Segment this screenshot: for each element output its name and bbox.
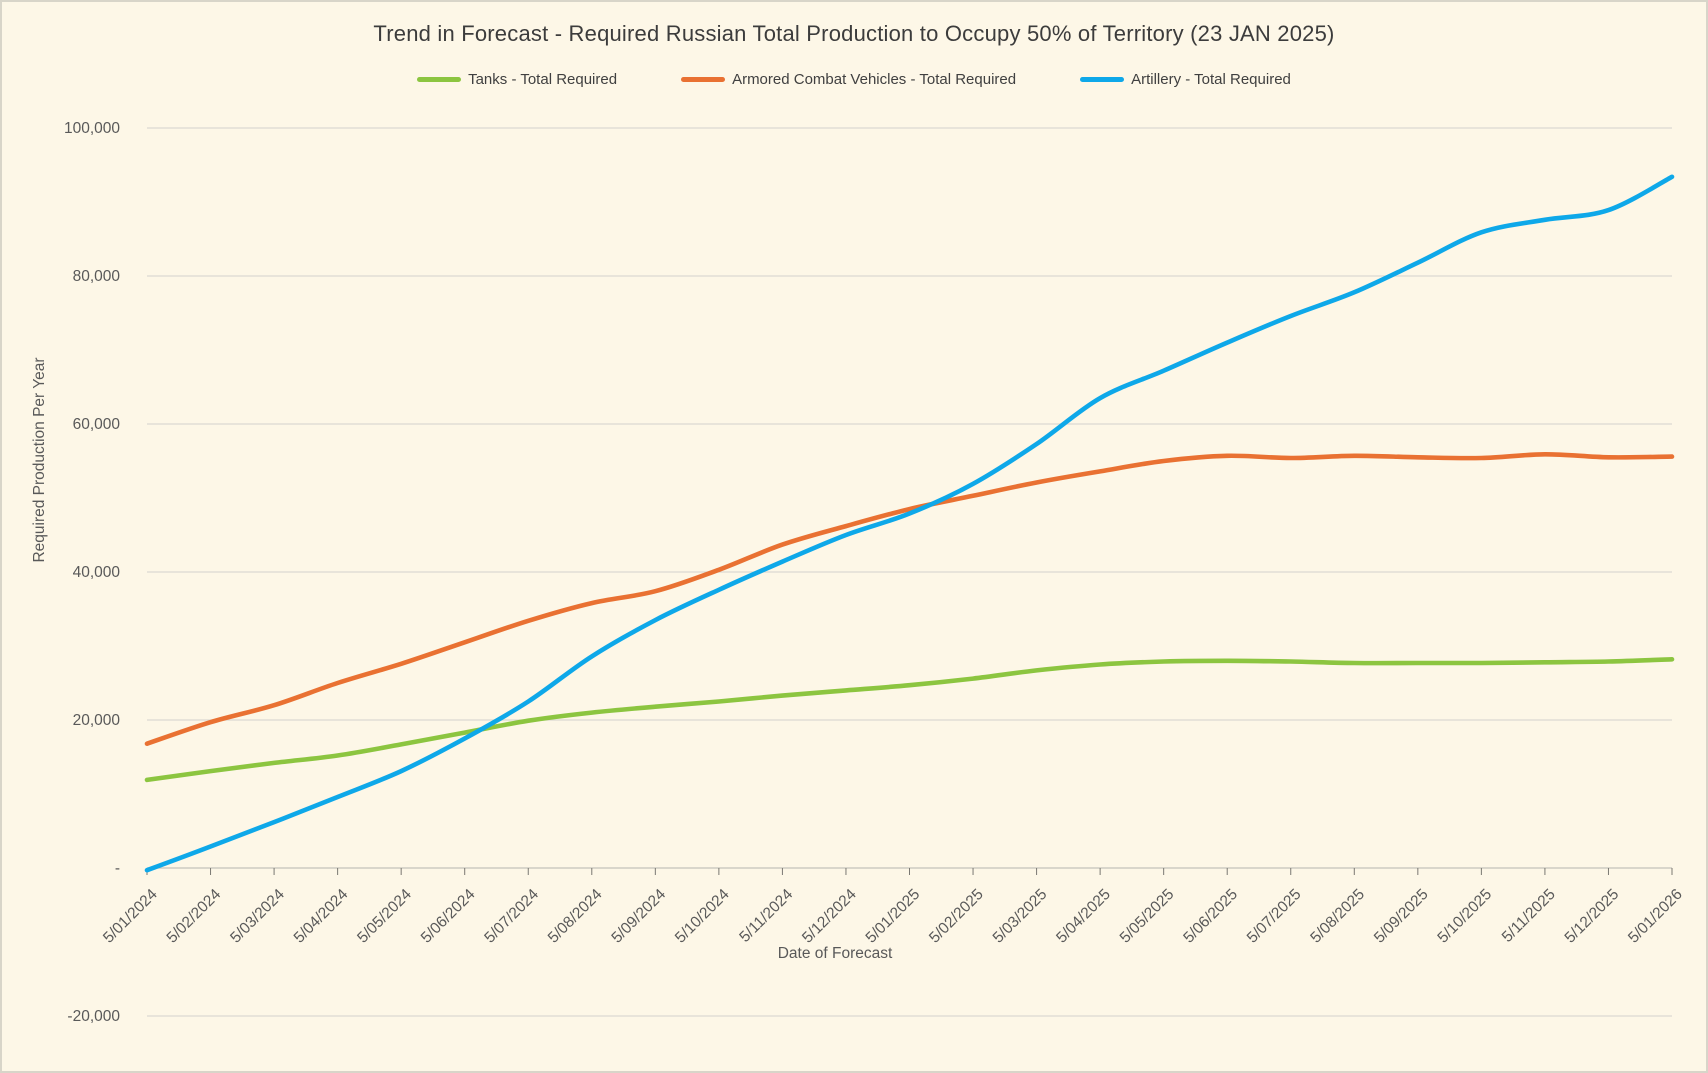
x-tick-label: 5/08/2025	[1307, 886, 1368, 947]
chart-canvas: Trend in Forecast - Required Russian Tot…	[0, 0, 1708, 1073]
x-tick-label: 5/05/2024	[354, 886, 415, 947]
x-tick-label: 5/10/2024	[672, 886, 733, 947]
y-tick-label: 20,000	[73, 712, 121, 729]
x-axis-title: Date of Forecast	[778, 945, 893, 962]
x-tick-label: 5/12/2025	[1561, 886, 1622, 947]
x-tick-label: 5/11/2025	[1499, 886, 1559, 946]
x-tick-label: 5/03/2024	[227, 886, 288, 947]
x-tick-label: 5/02/2025	[926, 886, 987, 947]
y-tick-label: 100,000	[64, 120, 120, 137]
x-tick-label: 5/07/2024	[481, 886, 542, 947]
x-tick-label: 5/03/2025	[990, 886, 1051, 947]
x-tick-label: 5/06/2025	[1180, 886, 1241, 947]
x-tick-label: 5/12/2024	[799, 886, 860, 947]
x-tick-label: 5/02/2024	[164, 886, 225, 947]
plot-area: 100,00080,00060,00040,00020,000--20,000 …	[2, 2, 1708, 1073]
y-tick-label: -20,000	[67, 1008, 120, 1025]
x-tick-label: 5/09/2025	[1371, 886, 1432, 947]
series-line-artillery	[147, 177, 1672, 870]
gridlines	[147, 128, 1672, 1016]
x-tick-label: 5/04/2024	[291, 886, 352, 947]
x-tick-label: 5/01/2025	[863, 886, 924, 947]
y-tick-label: 80,000	[73, 268, 121, 285]
y-axis-title: Required Production Per Year	[31, 357, 48, 562]
x-axis-labels: 5/01/20245/02/20245/03/20245/04/20245/05…	[100, 868, 1686, 947]
y-tick-label: 40,000	[73, 564, 121, 581]
y-tick-label: 60,000	[73, 416, 121, 433]
x-tick-label: 5/08/2024	[545, 886, 606, 947]
series-lines	[147, 177, 1672, 870]
y-axis-labels: 100,000 80,000 60,000 40,000 20,000 - -20,000	[64, 120, 120, 1025]
x-tick-label: 5/09/2024	[608, 886, 669, 947]
x-tick-label: 5/11/2024	[736, 886, 796, 946]
x-tick-label: 5/04/2025	[1053, 886, 1114, 947]
series-line-armored	[147, 454, 1672, 743]
x-tick-label: 5/07/2025	[1244, 886, 1305, 947]
x-tick-label: 5/10/2025	[1434, 886, 1495, 947]
x-tick-label: 5/06/2024	[418, 886, 479, 947]
x-tick-label: 5/01/2026	[1625, 886, 1686, 947]
x-tick-label: 5/01/2024	[100, 886, 161, 947]
y-tick-label: -	[115, 860, 120, 877]
x-tick-label: 5/05/2025	[1117, 886, 1178, 947]
